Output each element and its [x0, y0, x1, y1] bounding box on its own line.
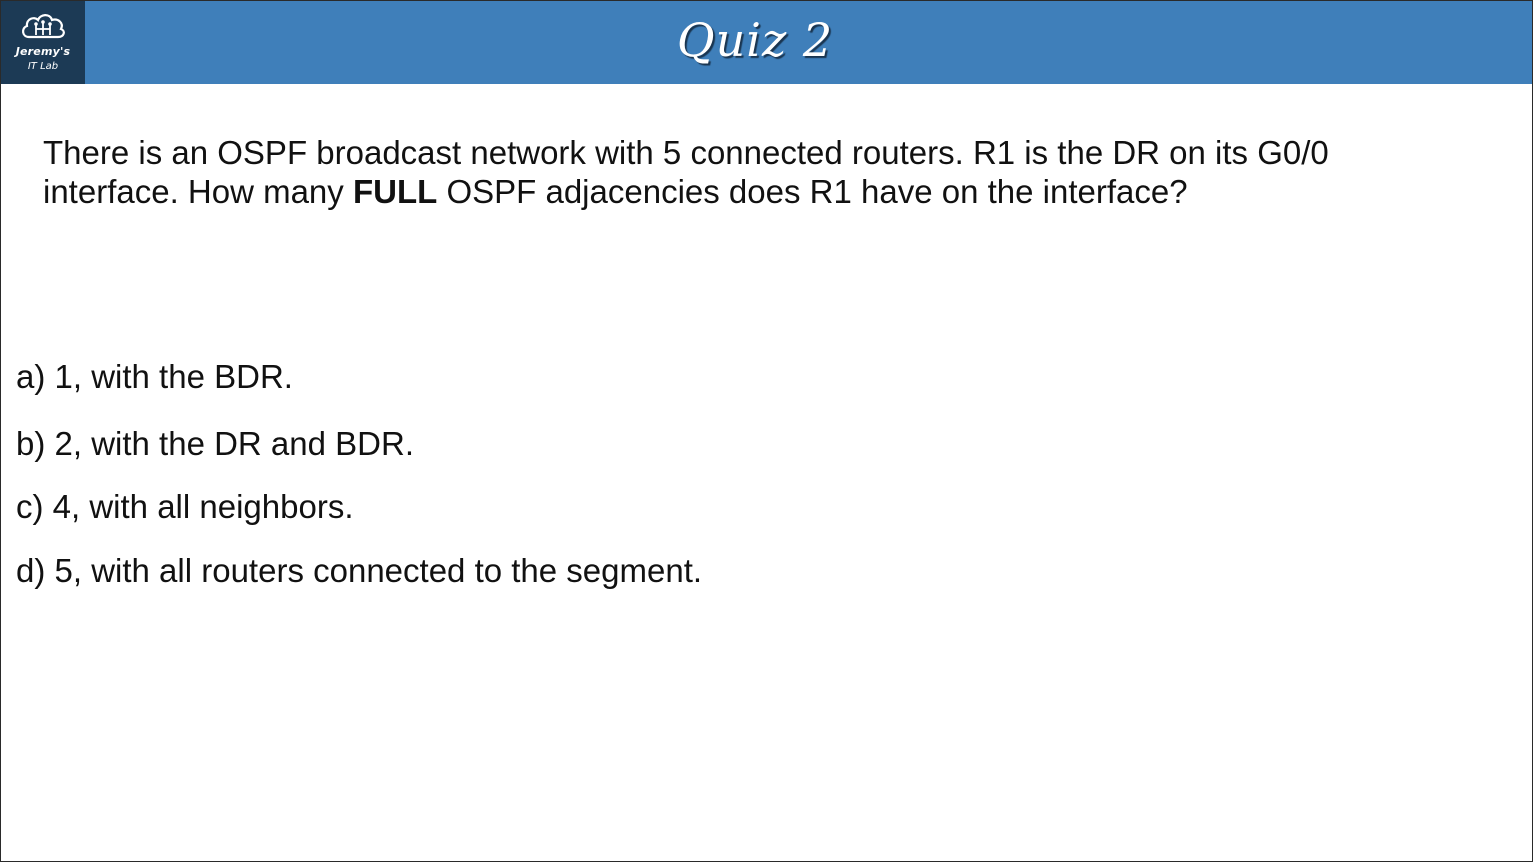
logo-subtitle: IT Lab [27, 61, 59, 72]
logo: Jeremy's IT Lab [1, 1, 85, 84]
slide-title: Quiz 2 [676, 13, 834, 67]
header-bar: Jeremy's IT Lab Quiz 2 [1, 1, 1532, 84]
question-text: There is an OSPF broadcast network with … [43, 133, 1473, 211]
option-b[interactable]: b) 2, with the DR and BDR. [16, 424, 414, 464]
option-c[interactable]: c) 4, with all neighbors. [16, 487, 354, 527]
logo-name: Jeremy's [15, 45, 71, 58]
question-emphasis: FULL [352, 173, 438, 210]
option-d[interactable]: d) 5, with all routers connected to the … [16, 551, 702, 591]
cloud-circuit-icon [22, 14, 65, 39]
question-part2: OSPF adjacencies does R1 have on the int… [437, 173, 1188, 210]
option-a[interactable]: a) 1, with the BDR. [16, 357, 293, 397]
slide: Jeremy's IT Lab Quiz 2 There is an OSPF … [0, 0, 1533, 862]
